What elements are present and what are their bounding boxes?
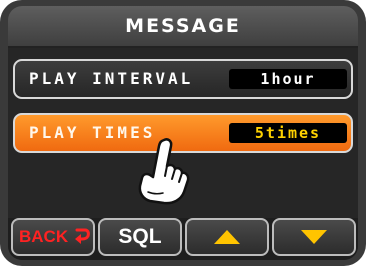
back-arrow-icon [75,228,90,244]
back-button[interactable]: BACK [11,218,95,256]
pointing-hand-icon [138,138,190,205]
title-bar: MESSAGE [8,6,358,48]
play-times-value: 5times [229,123,347,143]
device-frame: MESSAGE PLAY INTERVAL 1hour PLAY TIMES 5… [0,0,366,266]
screen-title: MESSAGE [125,15,241,37]
sql-button[interactable]: SQL [98,218,182,256]
down-button[interactable] [272,218,356,256]
triangle-up-icon [214,230,240,244]
sql-label: SQL [118,225,162,248]
triangle-down-icon [301,230,327,244]
play-interval-label: PLAY INTERVAL [29,69,194,88]
play-interval-row[interactable]: PLAY INTERVAL 1hour [13,59,353,99]
up-button[interactable] [185,218,269,256]
back-label: BACK [19,227,69,246]
play-interval-value: 1hour [229,69,347,89]
